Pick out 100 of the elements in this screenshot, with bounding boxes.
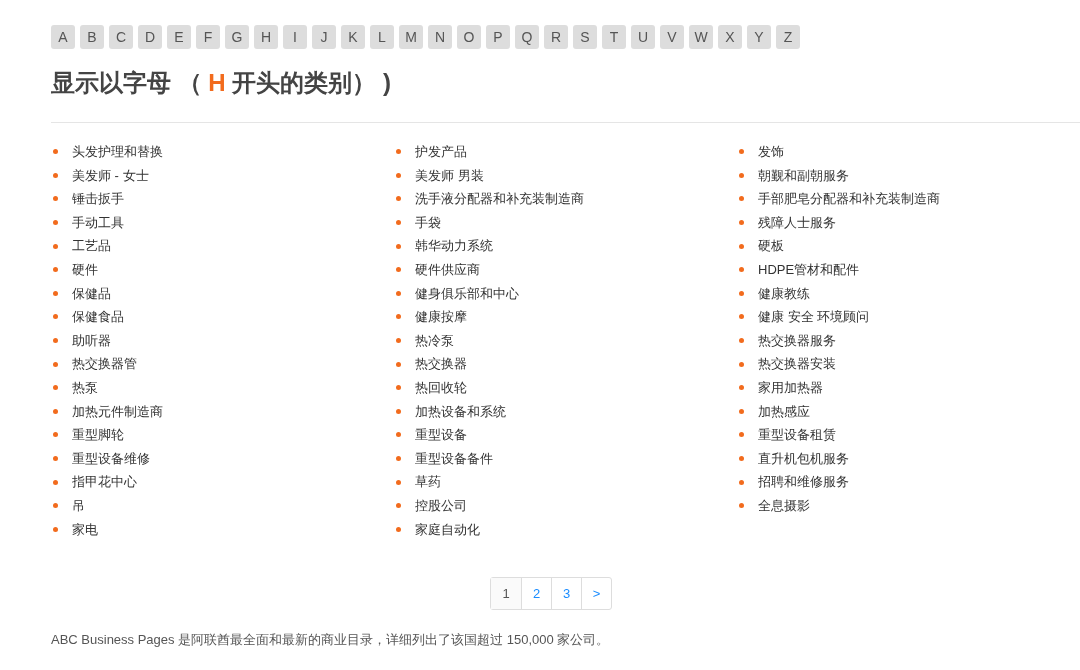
category-link[interactable]: 热交换器 — [415, 354, 467, 374]
bullet-icon — [396, 456, 401, 461]
category-link[interactable]: 招聘和维修服务 — [758, 472, 849, 492]
category-link[interactable]: 韩华动力系统 — [415, 236, 493, 256]
category-link[interactable]: 手部肥皂分配器和补充装制造商 — [758, 189, 940, 209]
category-link[interactable]: 助听器 — [72, 330, 111, 351]
bullet-icon — [739, 196, 744, 202]
letter-link[interactable]: M — [399, 25, 423, 49]
letter-link[interactable]: T — [602, 25, 626, 49]
category-link[interactable]: 家用加热器 — [758, 378, 823, 398]
bullet-icon — [739, 479, 744, 485]
category-link[interactable]: 手动工具 — [72, 212, 124, 233]
bullet-icon — [396, 503, 401, 509]
bullet-icon — [396, 267, 401, 273]
letter-link[interactable]: P — [486, 25, 510, 49]
category-link[interactable]: 加热元件制造商 — [72, 401, 163, 422]
category-link[interactable]: 锤击扳手 — [72, 189, 124, 209]
category-link[interactable]: 重型设备备件 — [415, 448, 493, 469]
bullet-icon — [739, 503, 744, 509]
category-link[interactable]: 指甲花中心 — [72, 472, 137, 492]
bullet-icon — [53, 526, 58, 532]
category-link[interactable]: 热交换器安装 — [758, 354, 836, 374]
letter-link[interactable]: W — [689, 25, 713, 49]
letter-link[interactable]: V — [660, 25, 684, 49]
bullet-icon — [53, 149, 58, 155]
category-link[interactable]: 家庭自动化 — [415, 519, 480, 540]
category-link[interactable]: 健身俱乐部和中心 — [415, 283, 519, 304]
letter-link[interactable]: J — [312, 25, 336, 49]
letter-link[interactable]: S — [573, 25, 597, 49]
category-link[interactable]: 健康按摩 — [415, 307, 467, 327]
category-link[interactable]: 硬件 — [72, 260, 98, 280]
category-link[interactable]: 硬板 — [758, 236, 784, 256]
letter-link[interactable]: G — [225, 25, 249, 49]
letter-link[interactable]: Y — [747, 25, 771, 49]
category-link[interactable]: 洗手液分配器和补充装制造商 — [415, 189, 584, 209]
letter-link[interactable]: I — [283, 25, 307, 49]
bullet-icon — [53, 196, 58, 202]
letter-link[interactable]: U — [631, 25, 655, 49]
category-link[interactable]: 吊 — [72, 495, 85, 516]
category-link[interactable]: 保健食品 — [72, 307, 124, 327]
category-link[interactable]: 热交换器管 — [72, 354, 137, 374]
letter-link[interactable]: O — [457, 25, 481, 49]
letter-link[interactable]: K — [341, 25, 365, 49]
category-link[interactable]: 家电 — [72, 519, 98, 540]
category-link[interactable]: 朝觐和副朝服务 — [758, 165, 849, 186]
letter-link[interactable]: B — [80, 25, 104, 49]
letter-link[interactable]: C — [109, 25, 133, 49]
letter-link[interactable]: L — [370, 25, 394, 49]
page-link[interactable]: 1 — [491, 578, 521, 610]
bullet-icon — [396, 220, 401, 226]
bullet-icon — [396, 314, 401, 320]
category-link[interactable]: 热冷泵 — [415, 330, 454, 351]
category-link[interactable]: 草药 — [415, 472, 441, 492]
category-link[interactable]: 重型设备 — [415, 425, 467, 445]
letter-link[interactable]: R — [544, 25, 568, 49]
bullet-icon — [739, 432, 744, 438]
category-link[interactable]: 工艺品 — [72, 236, 111, 256]
letter-link[interactable]: A — [51, 25, 75, 49]
bullet-icon — [739, 408, 744, 414]
letter-link[interactable]: H — [254, 25, 278, 49]
bullet-icon — [53, 408, 58, 414]
category-link[interactable]: 护发产品 — [415, 142, 467, 162]
category-link[interactable]: HDPE管材和配件 — [758, 260, 860, 280]
bullet-icon — [739, 385, 744, 391]
category-link[interactable]: 加热感应 — [758, 401, 810, 422]
bullet-icon — [53, 479, 58, 485]
letter-link[interactable]: E — [167, 25, 191, 49]
category-link[interactable]: 热回收轮 — [415, 378, 467, 398]
category-link[interactable]: 健康教练 — [758, 283, 810, 304]
page-link[interactable]: > — [581, 578, 611, 610]
letter-link[interactable]: Z — [776, 25, 800, 49]
category-link[interactable]: 控股公司 — [415, 495, 467, 516]
category-link[interactable]: 美发师 - 女士 — [72, 165, 149, 186]
category-link[interactable]: 重型设备维修 — [72, 448, 150, 469]
category-link[interactable]: 热泵 — [72, 378, 98, 398]
category-link[interactable]: 发饰 — [758, 142, 784, 162]
letter-link[interactable]: F — [196, 25, 220, 49]
category-link[interactable]: 手袋 — [415, 212, 441, 233]
category-link[interactable]: 加热设备和系统 — [415, 401, 506, 422]
bullet-icon — [53, 314, 58, 320]
bullet-icon — [739, 338, 744, 344]
bullet-icon — [53, 503, 58, 509]
category-link[interactable]: 保健品 — [72, 283, 111, 304]
letter-link[interactable]: D — [138, 25, 162, 49]
category-link[interactable]: 硬件供应商 — [415, 260, 480, 280]
category-link[interactable]: 热交换器服务 — [758, 330, 836, 351]
category-link[interactable]: 头发护理和替换 — [72, 142, 163, 162]
category-link[interactable]: 残障人士服务 — [758, 212, 836, 233]
category-link[interactable]: 全息摄影 — [758, 495, 810, 516]
letter-link[interactable]: X — [718, 25, 742, 49]
letter-link[interactable]: N — [428, 25, 452, 49]
category-link[interactable]: 重型设备租赁 — [758, 425, 836, 445]
category-link[interactable]: 美发师 男装 — [415, 165, 484, 186]
bullet-icon — [396, 290, 401, 296]
category-link[interactable]: 重型脚轮 — [72, 425, 124, 445]
bullet-icon — [739, 149, 744, 155]
letter-link[interactable]: Q — [515, 25, 539, 49]
category-link[interactable]: 直升机包机服务 — [758, 448, 849, 469]
category-link[interactable]: 健康 安全 环境顾问 — [758, 307, 870, 327]
bullet-icon — [53, 361, 58, 367]
